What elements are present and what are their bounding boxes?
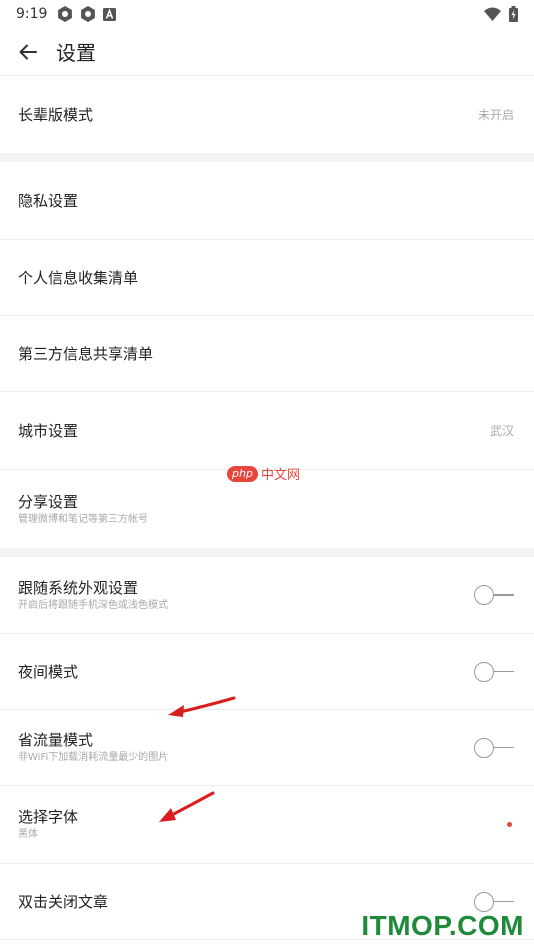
setting-title: 分享设置 <box>18 492 79 511</box>
toggle-knob <box>474 585 494 605</box>
setting-row-personal-info[interactable]: 个人信息收集清单 <box>0 240 534 316</box>
back-button[interactable] <box>16 40 40 64</box>
section-divider <box>0 548 534 557</box>
setting-title: 长辈版模式 <box>18 105 94 124</box>
setting-row-font[interactable]: 选择字体 黑体 <box>0 786 534 864</box>
settings-gear-icon <box>58 6 73 22</box>
setting-subtitle: 黑体 <box>18 829 38 840</box>
setting-subtitle: 管理微博和笔记等第三方帐号 <box>18 513 148 525</box>
setting-value: 未开启 <box>477 108 514 122</box>
annotation-arrow-icon <box>159 791 215 822</box>
setting-row-privacy[interactable]: 隐私设置 <box>0 162 534 240</box>
red-dot-indicator <box>507 822 512 827</box>
annotation-arrow-icon <box>168 696 236 717</box>
setting-title: 个人信息收集清单 <box>18 268 139 287</box>
status-notification-icons <box>57 6 117 22</box>
wifi-icon <box>484 7 501 21</box>
setting-title: 跟随系统外观设置 <box>18 578 139 597</box>
toggle-switch[interactable] <box>474 737 514 759</box>
page-title: 设置 <box>56 41 96 65</box>
setting-title: 选择字体 <box>18 808 79 826</box>
battery-icon <box>509 6 518 22</box>
setting-row-elder-mode[interactable]: 长辈版模式 未开启 <box>0 76 534 153</box>
toggle-knob <box>474 891 494 912</box>
section-divider <box>0 153 534 162</box>
toggle-knob <box>474 661 494 682</box>
toggle-track <box>494 900 514 902</box>
setting-title: 隐私设置 <box>18 191 79 210</box>
php-watermark-badge: php <box>227 465 258 482</box>
itmop-watermark: ITMOP.COM <box>361 910 524 941</box>
setting-subtitle: 开启后将跟随手机深色或浅色模式 <box>18 599 168 611</box>
setting-title: 双击关闭文章 <box>18 892 109 911</box>
setting-row-city[interactable]: 城市设置 武汉 <box>0 392 534 470</box>
toggle-knob <box>474 737 494 758</box>
settings-gear-icon <box>81 6 96 22</box>
toggle-track <box>494 594 514 596</box>
status-bar: 9:19 <box>0 0 534 28</box>
setting-value: 武汉 <box>489 424 514 438</box>
setting-title: 第三方信息共享清单 <box>18 344 154 363</box>
toggle-track <box>494 670 514 672</box>
setting-subtitle: 非WiFi下加载消耗流量最少的图片 <box>18 752 169 763</box>
setting-row-data-saver[interactable]: 省流量模式 非WiFi下加载消耗流量最少的图片 <box>0 710 534 786</box>
toggle-switch[interactable] <box>474 584 514 606</box>
setting-title: 省流量模式 <box>18 731 94 749</box>
php-watermark: php 中文网 <box>227 464 300 483</box>
setting-row-follow-system[interactable]: 跟随系统外观设置 开启后将跟随手机深色或浅色模式 <box>0 557 534 634</box>
settings-list: 长辈版模式 未开启 隐私设置 个人信息收集清单 第三方信息共享清单 城市设置 武… <box>0 76 534 940</box>
toggle-track <box>494 746 514 748</box>
back-arrow-icon <box>19 44 37 59</box>
setting-row-third-party[interactable]: 第三方信息共享清单 <box>0 316 534 392</box>
setting-title: 城市设置 <box>18 421 79 440</box>
app-header: 设置 <box>0 28 534 76</box>
status-time: 9:19 <box>16 6 48 22</box>
setting-title: 夜间模式 <box>18 662 79 681</box>
setting-row-night-mode[interactable]: 夜间模式 <box>0 634 534 710</box>
status-system-icons <box>484 6 518 22</box>
settings-page: 9:19 设置 长辈版模式 未开启 隐私设置 个人信息收集清单 第三方信息共享清… <box>0 0 534 950</box>
php-watermark-text: 中文网 <box>260 468 300 483</box>
font-a-icon <box>103 7 117 21</box>
toggle-switch[interactable] <box>474 661 514 683</box>
